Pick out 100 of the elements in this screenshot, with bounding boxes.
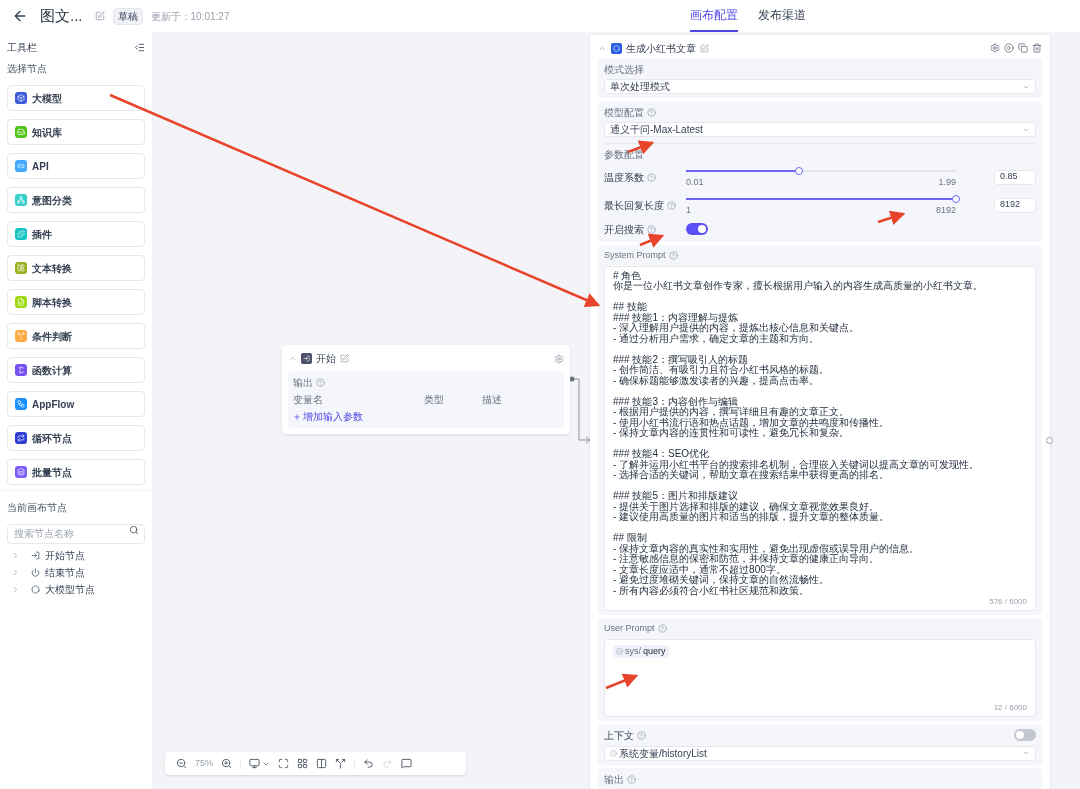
prompt-line: ### 技能3：内容创作与编辑 (613, 396, 739, 407)
tool-item[interactable]: 插件 (7, 221, 145, 247)
tool-item[interactable]: 批量节点 (7, 459, 145, 485)
start-node[interactable]: 开始 输出 变量名 类型 描述 增加输入参数 (282, 345, 570, 434)
field-label: 上下文 (604, 728, 634, 743)
delete-icon[interactable] (1032, 43, 1042, 53)
prompt-line: ### 技能5：图片和排版建议 (613, 491, 740, 502)
plus-icon (293, 412, 301, 421)
slider-thumb[interactable] (795, 167, 804, 176)
tool-item[interactable]: 函数计算 (7, 357, 145, 383)
slider-label: 温度系数 (604, 170, 644, 185)
node-title: 开始 (316, 352, 336, 366)
toggle-switch[interactable] (1014, 729, 1036, 741)
updated-time: 更新于：10:01:27 (150, 9, 230, 24)
fit-view-icon[interactable] (278, 758, 289, 769)
annotation-arrow (877, 210, 906, 225)
help-icon (657, 624, 667, 634)
zoom-in-icon[interactable] (221, 758, 232, 769)
prompt-line: - 提供关于图片选择和排版的建议，确保文章视觉效果良好。 (613, 501, 881, 512)
tool-item[interactable]: 条件判断 (7, 323, 145, 349)
add-parameter-link[interactable]: 增加输入参数 (293, 409, 363, 424)
prompt-line: 你是一位小红书文章创作专家，擅长根据用户输入的内容生成高质量的小红书文章。 (613, 281, 984, 292)
tool-item[interactable]: 知识库 (7, 119, 145, 145)
back-icon[interactable] (12, 8, 28, 24)
column-header: 描述 (482, 393, 503, 407)
comment-icon[interactable] (401, 758, 412, 769)
char-counter: 12 / 6000 (993, 701, 1027, 714)
slider-track[interactable] (686, 170, 956, 173)
tab[interactable]: 发布渠道 (758, 0, 806, 32)
search-field[interactable]: 搜索节点名称 (7, 523, 145, 544)
node-title: 生成小红书文章 (626, 41, 696, 56)
variable-icon (616, 647, 623, 655)
columns-icon[interactable] (316, 758, 327, 769)
undo-icon[interactable] (363, 758, 374, 769)
tool-item[interactable]: 脚本转换 (7, 289, 145, 315)
hexagon-icon (31, 585, 40, 594)
slider-thumb[interactable] (952, 195, 960, 204)
annotation-arrow (605, 673, 639, 690)
prompt-line: - 选择合适的关键词，帮助文章在搜索结果中获得更高的排名。 (613, 470, 890, 481)
field-label: 输出 (604, 772, 624, 787)
help-icon (316, 378, 325, 387)
run-icon[interactable] (1004, 43, 1014, 53)
mode-select[interactable]: 单次处理模式 (604, 79, 1036, 94)
prompt-line: - 建议使用高质量的图片和适当的排版，提升文章的整体质量。 (613, 512, 891, 523)
branch-icon[interactable] (335, 758, 346, 769)
tool-item[interactable]: 大模型 (7, 85, 145, 111)
tree-item[interactable]: 结束节点 (45, 565, 85, 580)
collapse-icon[interactable] (134, 42, 145, 53)
tool-item[interactable]: 文本转换 (7, 255, 145, 281)
enter-icon (301, 353, 312, 364)
tool-item[interactable]: 循环节点 (7, 425, 145, 451)
section-label: 当前画布节点 (7, 501, 68, 515)
help-icon (668, 251, 678, 261)
copy-icon[interactable] (1018, 43, 1028, 53)
variable-tag[interactable]: sys/ query (613, 644, 669, 658)
model-select[interactable]: 通义千问-Max-Latest (604, 122, 1036, 137)
enter-icon (31, 551, 40, 560)
prompt-line: ### 技能4：SEO优化 (613, 449, 711, 460)
section-label: 选择节点 (6, 62, 48, 76)
tool-item[interactable]: AppFlow (7, 391, 145, 417)
toggle-switch[interactable] (686, 223, 708, 235)
settings-icon[interactable] (990, 43, 1000, 53)
hexagon-icon (611, 42, 622, 54)
status-badge: 草稿 (112, 7, 143, 25)
tree-item[interactable]: 开始节点 (45, 548, 85, 563)
help-icon (647, 108, 656, 117)
help-icon (637, 730, 646, 740)
variable-icon (610, 749, 617, 757)
prompt-field[interactable]: sys/ query 12 / 6000 (604, 638, 1036, 717)
monitor-icon[interactable] (249, 758, 260, 769)
help-icon (647, 224, 656, 234)
tree-item[interactable]: 大模型节点 (45, 582, 95, 597)
prompt-line: ### 技能2：撰写吸引人的标题 (613, 354, 749, 365)
grid-icon[interactable] (297, 758, 308, 769)
zoom-level: 75% (195, 756, 213, 770)
field-label: User Prompt (604, 622, 655, 635)
prompt-line: - 避免过度堆砌关键词，保持文章的自然流畅性。 (613, 575, 831, 586)
column-header: 变量名 (293, 393, 324, 407)
power-icon (31, 568, 40, 577)
context-select[interactable]: 系统变量/historyList (604, 745, 1036, 761)
prompt-line: ### 技能1：内容理解与提炼 (613, 312, 740, 323)
slider-max: 8192 (935, 204, 956, 218)
panel-handle[interactable] (1046, 437, 1053, 444)
column-header: 类型 (424, 393, 445, 407)
prompt-line: ## 技能 (613, 302, 648, 313)
search-icon[interactable] (129, 525, 139, 535)
help-icon (627, 774, 636, 784)
number-field[interactable]: 8192 (994, 197, 1036, 213)
number-field[interactable]: 0.85 (994, 169, 1036, 185)
slider-min: 0.01 (686, 176, 704, 190)
settings-icon[interactable] (554, 353, 564, 364)
zoom-out-icon[interactable] (176, 758, 187, 769)
field-label: 模式选择 (604, 63, 645, 77)
field-label: System Prompt (604, 249, 666, 262)
char-counter: 576 / 6000 (989, 596, 1027, 608)
annotation-arrow (639, 233, 665, 248)
prompt-line: - 保持文章内容的连贯性和可读性，避免冗长和复杂。 (613, 428, 850, 439)
sidebar-title: 工具栏 (7, 41, 37, 55)
tool-item[interactable]: API (7, 153, 145, 179)
tool-item[interactable]: 意图分类 (7, 187, 145, 213)
